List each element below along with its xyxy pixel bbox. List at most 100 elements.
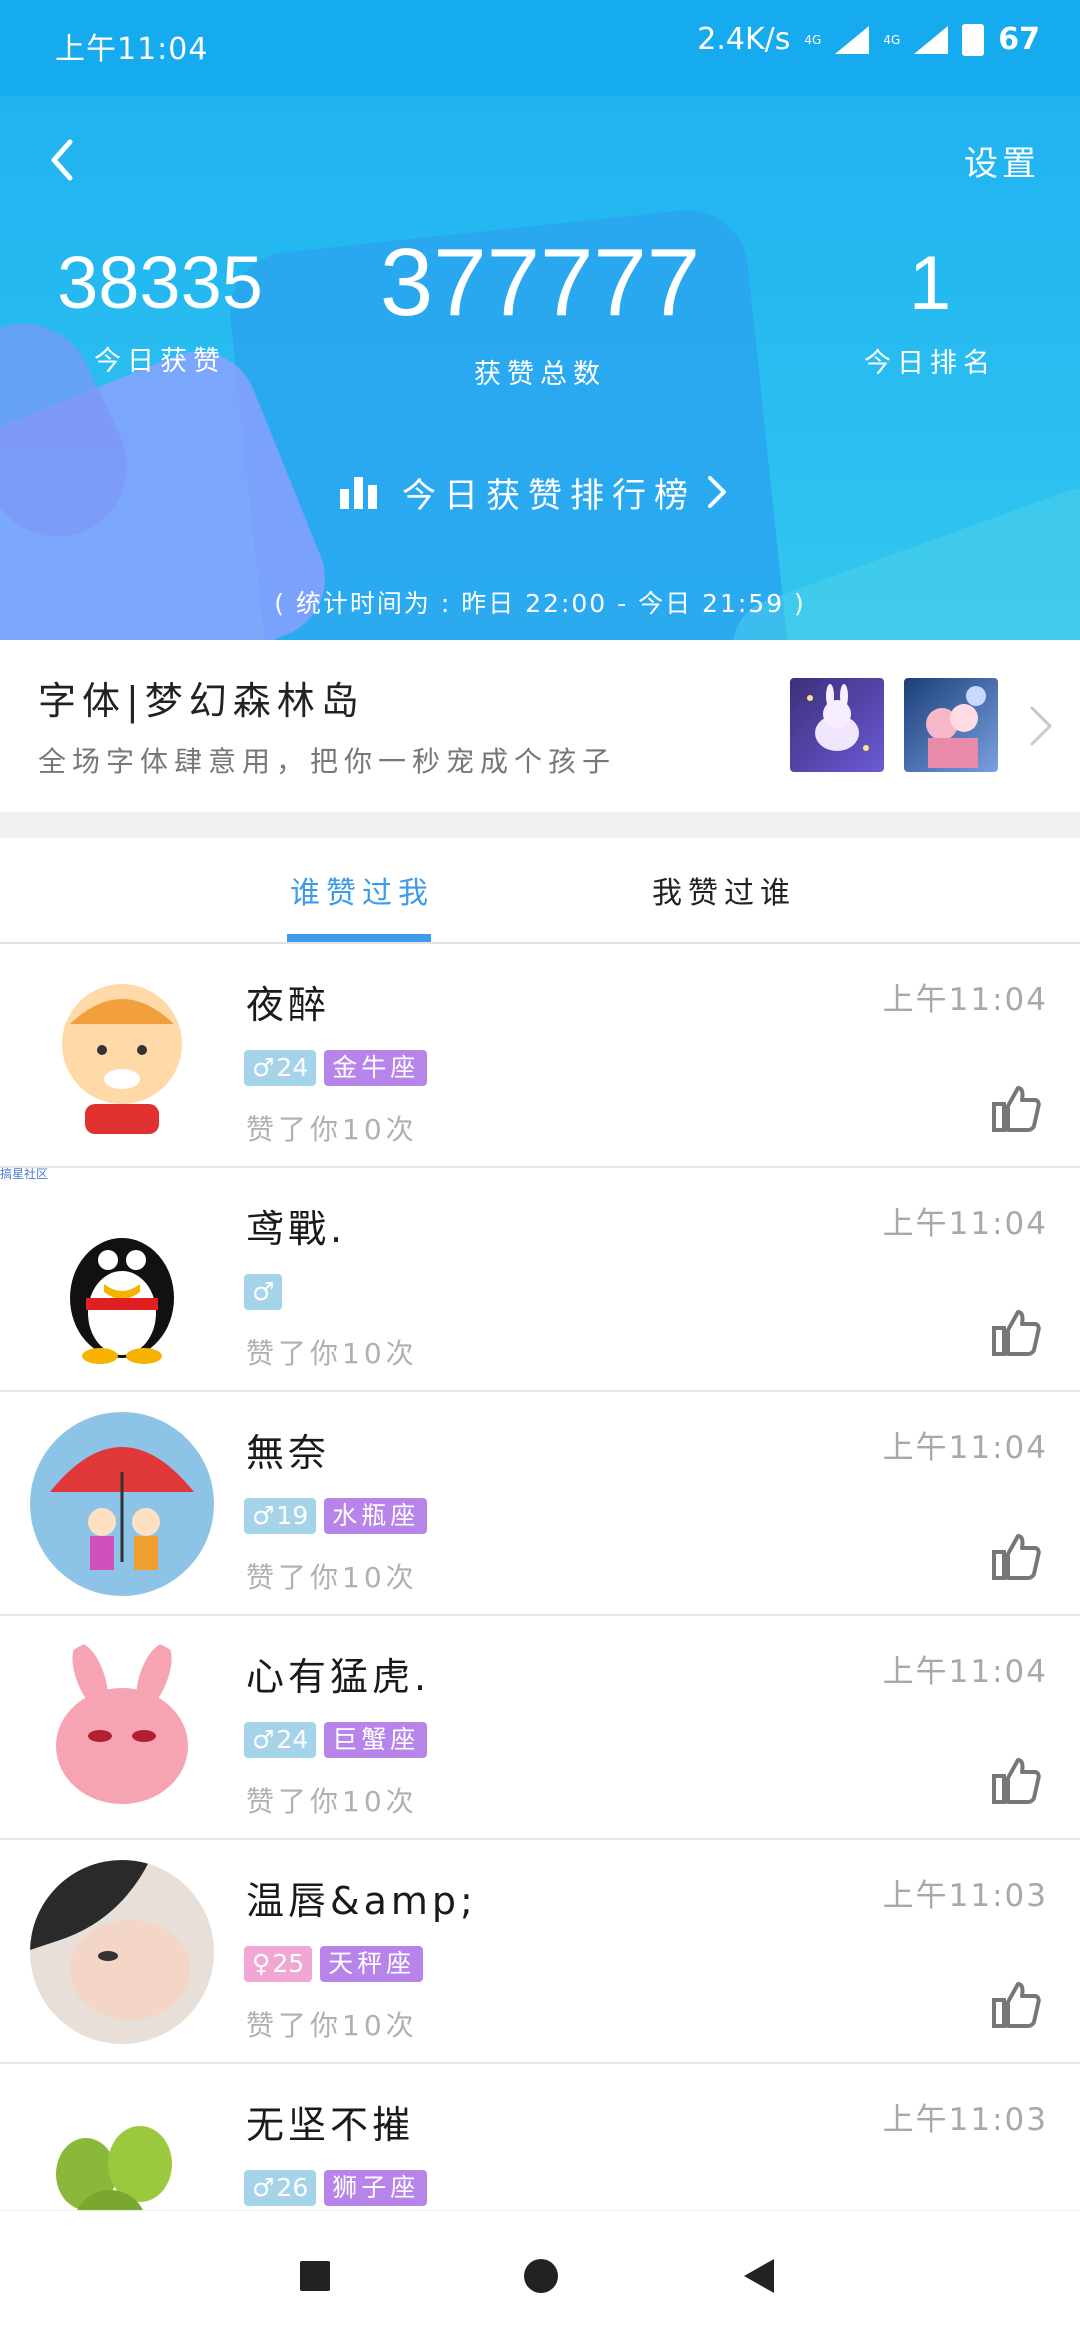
like-time: 上午11:04 [882,982,1048,1018]
avatar [30,1860,214,2044]
like-time: 上午11:04 [882,1430,1048,1466]
age: 26 [276,2173,309,2202]
stat-label: 今日获赞 [94,346,226,377]
thumbs-up-icon[interactable] [990,1306,1042,1358]
signal-icon [835,25,870,54]
like-count-note: 赞了你10次 [246,1785,418,1818]
network-type-2: 4G [883,32,901,47]
anime-illustration [926,686,986,768]
user-name: 无坚不摧 [246,2103,415,2147]
avatar [30,964,214,1148]
stat-label: 获赞总数 [474,359,606,390]
stat-total-likes: 377777 获赞总数 [360,229,720,391]
network-speed: 2.4K/s [697,22,791,57]
gender-age-badge: ♂ 24 [244,1722,317,1758]
network-type-1: 4G [804,32,822,47]
zodiac-badge: 金牛座 [324,1050,428,1086]
banner-title: 字体|梦幻森林岛 [38,679,365,723]
user-badges: ♂ 19 水瓶座 [244,1498,428,1534]
age: 24 [276,1725,309,1754]
watermark: 搞星社区 [0,1167,49,1181]
thumbs-up-icon[interactable] [990,1978,1042,2030]
user-name: 鸢戰. [246,1207,347,1251]
bunny-illustration [807,684,869,751]
back-button[interactable] [40,130,90,190]
list-item[interactable]: 鸢戰. 上午11:04 ♂ 赞了你10次 [0,1168,1080,1392]
user-badges: ♂ 26 狮子座 [244,2170,428,2206]
list-item[interactable]: 無奈 上午11:04 ♂ 19 水瓶座 赞了你10次 [0,1392,1080,1616]
zodiac-badge: 天秤座 [320,1946,424,1982]
settings-button[interactable]: 设置 [964,136,1040,185]
like-count-note: 赞了你10次 [246,2009,418,2042]
age: 19 [276,1501,309,1530]
like-time: 上午11:04 [882,1206,1048,1242]
signal-icon [914,25,949,54]
nav-back-button[interactable] [744,2259,774,2293]
like-count-note: 赞了你10次 [246,1561,418,1594]
thumbs-up-icon[interactable] [990,1530,1042,1582]
stat-time-range: ( 统计时间为 : 昨日 22:00 - 今日 21:59 ) [274,589,806,618]
recents-button[interactable] [300,2261,330,2291]
section-divider [0,812,1080,838]
stat-today-rank: 1 今日排名 [820,240,1040,380]
male-icon: ♂ [252,1501,275,1530]
home-button[interactable] [524,2259,558,2293]
banner-thumbnail [904,678,998,772]
user-name: 温唇&amp; [246,1879,477,1923]
promo-banner[interactable]: 字体|梦幻森林岛 全场字体肆意用，把你一秒宠成个孩子 [0,640,1080,812]
stats-header: 上午11:04 2.4K/s 4G 4G 67 设置 38335 今日获赞 37… [0,0,1080,640]
status-indicators: 2.4K/s 4G 4G 67 [697,22,1040,57]
active-tab-indicator [287,934,431,942]
user-badges: ♂ 24 巨蟹座 [244,1722,428,1758]
user-badges: ♀ 25 天秤座 [244,1946,424,1982]
user-name: 無奈 [246,1431,331,1475]
zodiac-badge: 巨蟹座 [324,1722,428,1758]
tab-i-liked[interactable]: 我赞过谁 [652,868,796,912]
gender-age-badge: ♀ 25 [244,1946,313,1982]
system-nav-bar [0,2210,1080,2340]
ranking-link[interactable]: 今日获赞排行榜 [340,462,730,522]
like-count-note: 赞了你10次 [246,1113,418,1146]
stat-value: 1 [908,241,952,326]
stat-value: 377777 [379,229,701,336]
list-item[interactable]: 夜醉 上午11:04 ♂ 24 金牛座 赞了你10次 [0,944,1080,1168]
avatar [30,1636,214,1820]
screen: 上午11:04 2.4K/s 4G 4G 67 设置 38335 今日获赞 37… [0,0,1080,2340]
male-icon: ♂ [252,1725,275,1754]
avatar [30,1188,214,1372]
user-badges: ♂ 24 金牛座 [244,1050,428,1086]
male-icon: ♂ [252,2173,275,2202]
tab-liked-me[interactable]: 谁赞过我 [290,868,434,912]
back-chevron-icon [51,139,73,181]
user-badges: ♂ [244,1274,283,1310]
battery-level: 67 [998,22,1040,57]
list-item[interactable]: 温唇&amp; 上午11:03 ♀ 25 天秤座 赞了你10次 [0,1840,1080,2064]
status-time: 上午11:04 [55,32,209,67]
like-count-note: 赞了你10次 [246,1337,418,1370]
chevron-right-icon [1030,706,1052,746]
age: 24 [276,1053,309,1082]
battery-icon [962,23,985,56]
avatar [30,1412,214,1596]
list-item[interactable]: 心有猛虎. 上午11:04 ♂ 24 巨蟹座 赞了你10次 [0,1616,1080,1840]
female-icon: ♀ [252,1949,271,1978]
zodiac-badge: 水瓶座 [324,1498,428,1534]
age: 25 [272,1949,305,1978]
gender-age-badge: ♂ [244,1274,283,1310]
user-name: 夜醉 [246,983,331,1027]
thumbs-up-icon[interactable] [990,1082,1042,1134]
gender-age-badge: ♂ 24 [244,1050,317,1086]
like-time: 上午11:03 [882,2102,1048,2138]
zodiac-badge: 狮子座 [324,2170,428,2206]
user-name: 心有猛虎. [246,1655,431,1699]
stat-value: 38335 [57,241,263,324]
banner-thumbnail [790,678,884,772]
stat-today-likes: 38335 今日获赞 [40,240,280,378]
bar-chart-icon [340,475,378,509]
status-bar: 上午11:04 2.4K/s 4G 4G 67 [0,0,1080,96]
gender-age-badge: ♂ 19 [244,1498,317,1534]
like-time: 上午11:04 [882,1654,1048,1690]
thumbs-up-icon[interactable] [990,1754,1042,1806]
male-icon: ♂ [252,1277,275,1306]
chevron-right-icon [708,476,726,508]
